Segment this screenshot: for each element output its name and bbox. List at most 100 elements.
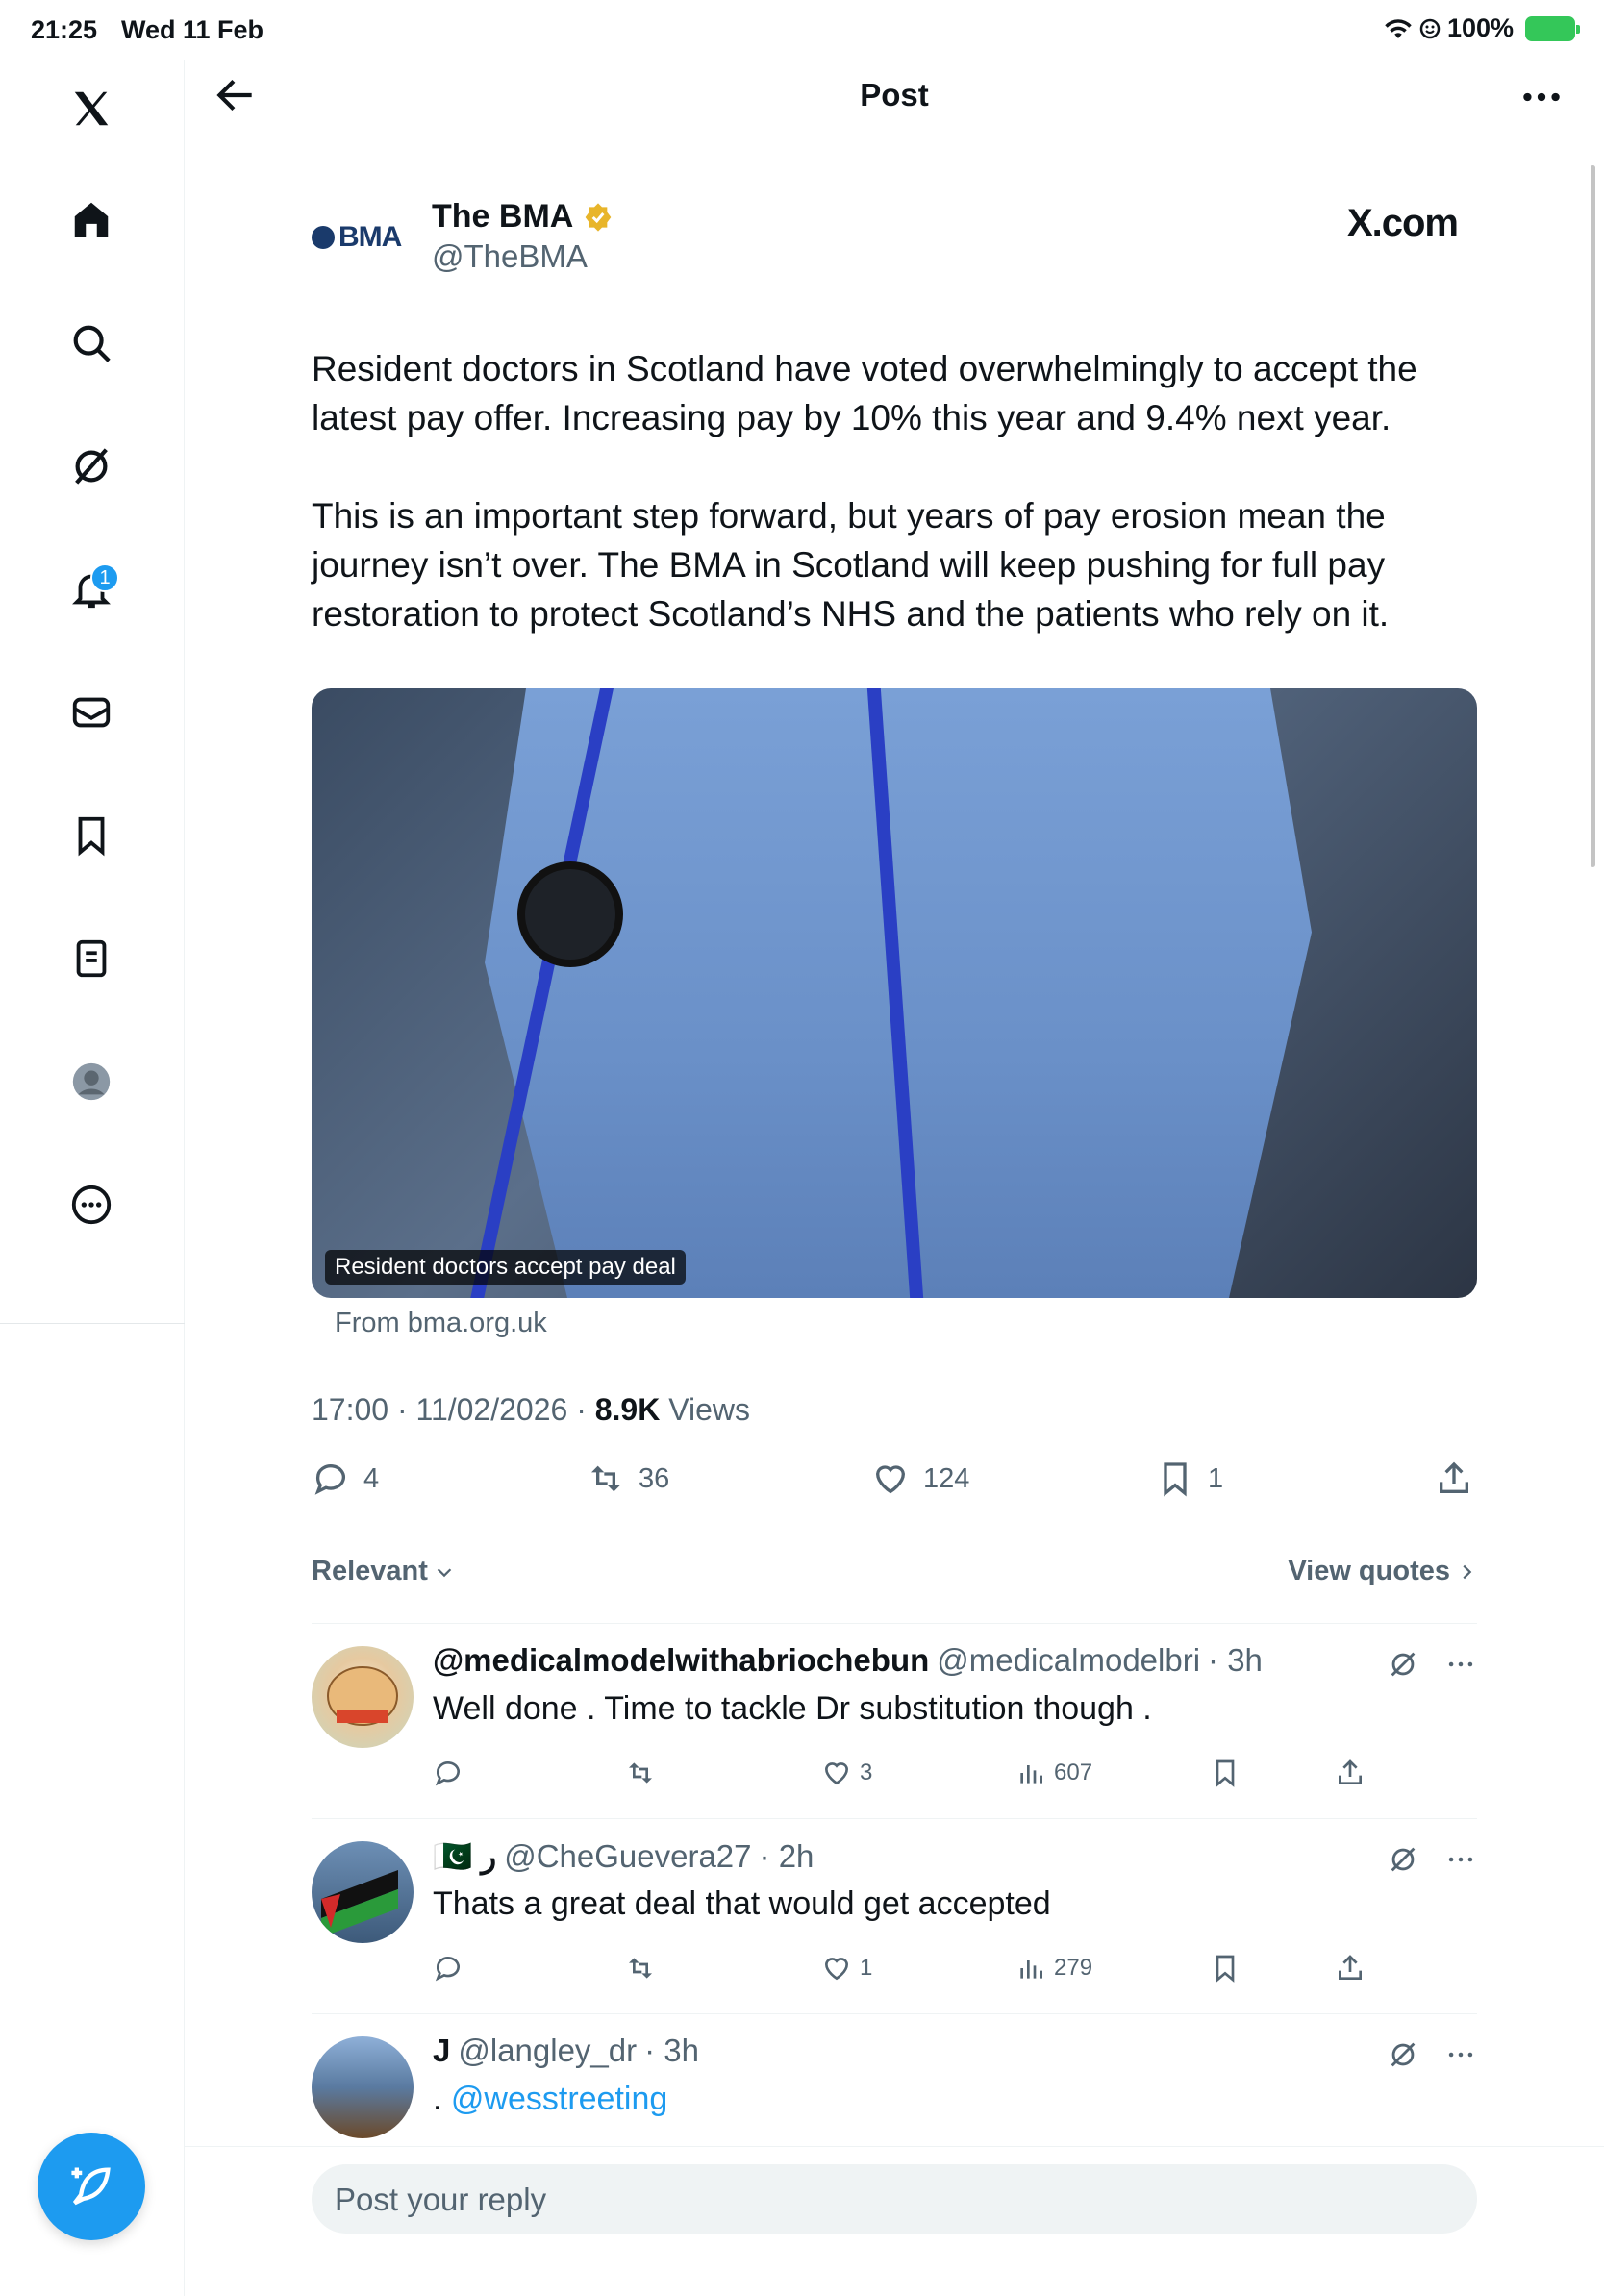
repost-button[interactable]: [625, 1758, 656, 1788]
x-logo-icon[interactable]: [63, 81, 119, 137]
lists-icon[interactable]: [63, 931, 119, 986]
bookmarks-icon[interactable]: [63, 808, 119, 863]
stethoscope-shape: [517, 861, 623, 967]
bookmark-button[interactable]: [1210, 1758, 1241, 1788]
reply-item[interactable]: @medicalmodelwithabriochebun @medicalmod…: [312, 1627, 1477, 1819]
reply-author-name[interactable]: @medicalmodelwithabriochebun: [433, 1642, 929, 1679]
more-options-icon[interactable]: [1517, 73, 1566, 121]
sort-label: Relevant: [312, 1556, 428, 1586]
reply-avatar[interactable]: [312, 2036, 414, 2138]
repost-icon: [629, 1958, 652, 1979]
like-button[interactable]: 1: [821, 1953, 872, 1984]
bookmark-icon: [1216, 1759, 1235, 1787]
repost-icon: [629, 1762, 652, 1784]
analytics-bars-icon: [1020, 1960, 1042, 1979]
wifi-icon: [1385, 18, 1412, 38]
reply-header: 🇵🇰 ر @CheGuevera27 · 2h: [433, 1837, 814, 1876]
more-options-icon[interactable]: [1444, 1843, 1477, 1876]
view-count: 279: [1054, 1955, 1093, 1981]
reply-author-handle[interactable]: @medicalmodelbri: [937, 1642, 1200, 1679]
grok-icon[interactable]: [63, 438, 119, 494]
bookmark-button[interactable]: 1: [1156, 1460, 1223, 1498]
bookmark-button[interactable]: [1210, 1953, 1241, 1984]
heart-icon: [824, 1762, 849, 1785]
post-paragraph: Resident doctors in Scotland have voted …: [312, 349, 1417, 437]
grok-icon[interactable]: [1387, 2038, 1419, 2071]
reply-button[interactable]: 4: [312, 1460, 379, 1498]
home-icon[interactable]: [63, 192, 119, 248]
reply-author-handle[interactable]: @langley_dr: [458, 2033, 637, 2069]
view-quotes-link[interactable]: View quotes: [1288, 1556, 1477, 1587]
page-title: Post: [860, 77, 929, 112]
reply-time[interactable]: · 3h: [1208, 1642, 1263, 1679]
more-options-icon[interactable]: [1444, 2038, 1477, 2071]
reply-author-name[interactable]: 🇵🇰 ر: [433, 1837, 496, 1876]
reply-button[interactable]: [433, 1758, 464, 1788]
share-button[interactable]: [1335, 1953, 1366, 1984]
grok-icon[interactable]: [1387, 1648, 1419, 1681]
compose-post-button[interactable]: [38, 2133, 145, 2240]
bookmark-icon: [1216, 1955, 1235, 1983]
messages-envelope-icon[interactable]: [63, 685, 119, 740]
reply-composer-bar: Post your reply: [185, 2146, 1604, 2296]
reply-author-name[interactable]: J: [433, 2033, 450, 2069]
reply-author-handle[interactable]: @CheGuevera27: [504, 1838, 751, 1875]
scrollbar[interactable]: [1591, 165, 1595, 867]
link-card-image[interactable]: Resident doctors accept pay deal: [312, 688, 1477, 1298]
view-quotes-label: View quotes: [1288, 1556, 1450, 1586]
feather-plus-icon: [71, 2167, 111, 2206]
reply-input[interactable]: Post your reply: [312, 2164, 1477, 2234]
share-upload-icon: [1339, 1955, 1362, 1980]
share-button[interactable]: [1435, 1460, 1473, 1498]
reply-item[interactable]: 🇵🇰 ر @CheGuevera27 · 2h Thats a great de…: [312, 1822, 1477, 2014]
grok-icon[interactable]: [1387, 1843, 1419, 1876]
reply-time[interactable]: · 2h: [760, 1838, 815, 1875]
profile-avatar-icon[interactable]: [63, 1054, 119, 1110]
status-time: 21:25: [31, 15, 98, 44]
like-count: 3: [860, 1759, 873, 1785]
like-count: 124: [923, 1462, 970, 1494]
reply-avatar[interactable]: [312, 1841, 414, 1943]
reply-time[interactable]: · 3h: [644, 2033, 699, 2069]
verified-badge-icon: [585, 202, 612, 232]
mention-link[interactable]: @wesstreeting: [451, 2081, 667, 2117]
reply-count: 4: [363, 1462, 380, 1494]
reply-button[interactable]: [433, 1953, 464, 1984]
reply-avatar[interactable]: [312, 1646, 414, 1748]
like-count: 1: [860, 1955, 873, 1981]
like-button[interactable]: 3: [821, 1758, 872, 1788]
status-date: Wed 11 Feb: [121, 15, 264, 44]
view-count: 607: [1054, 1759, 1093, 1785]
reply-actions: 1 279: [433, 1953, 1477, 1991]
analytics-bars-icon: [1020, 1765, 1042, 1784]
notifications-bell-icon[interactable]: 1: [63, 562, 119, 617]
reply-actions: 3 607: [433, 1758, 1477, 1796]
reply-header: J @langley_dr · 3h: [433, 2033, 699, 2069]
author-handle[interactable]: @TheBMA: [432, 238, 588, 275]
status-indicators: 100%: [1384, 13, 1580, 43]
chevron-down-icon: [437, 1567, 452, 1577]
views-button[interactable]: 607: [1015, 1758, 1092, 1788]
repost-button[interactable]: [625, 1953, 656, 1984]
more-circle-icon[interactable]: [63, 1177, 119, 1233]
like-button[interactable]: 124: [871, 1460, 969, 1498]
post-time[interactable]: 17:00 · 11/02/2026 ·: [312, 1392, 595, 1427]
x-com-link[interactable]: X.com: [1347, 202, 1459, 245]
divider: [312, 1623, 1477, 1624]
reply-text-prefix: .: [433, 2081, 451, 2117]
reply-text: . @wesstreeting: [433, 2081, 667, 2118]
more-options-icon[interactable]: [1444, 1648, 1477, 1681]
search-icon[interactable]: [63, 315, 119, 371]
replies-sort-dropdown[interactable]: Relevant: [312, 1556, 455, 1587]
share-upload-icon: [1339, 1759, 1362, 1784]
share-button[interactable]: [1335, 1758, 1366, 1788]
author-name[interactable]: The BMA: [432, 198, 614, 236]
link-card-source[interactable]: From bma.org.uk: [335, 1308, 547, 1339]
post-header: Post: [185, 60, 1604, 133]
views-button[interactable]: 279: [1015, 1953, 1092, 1984]
repost-button[interactable]: 36: [587, 1460, 669, 1498]
sidebar-divider: [0, 1323, 185, 1324]
bma-crest-icon: [312, 226, 335, 249]
author-logo[interactable]: BMA: [312, 221, 402, 254]
chevron-right-icon: [1463, 1564, 1472, 1579]
